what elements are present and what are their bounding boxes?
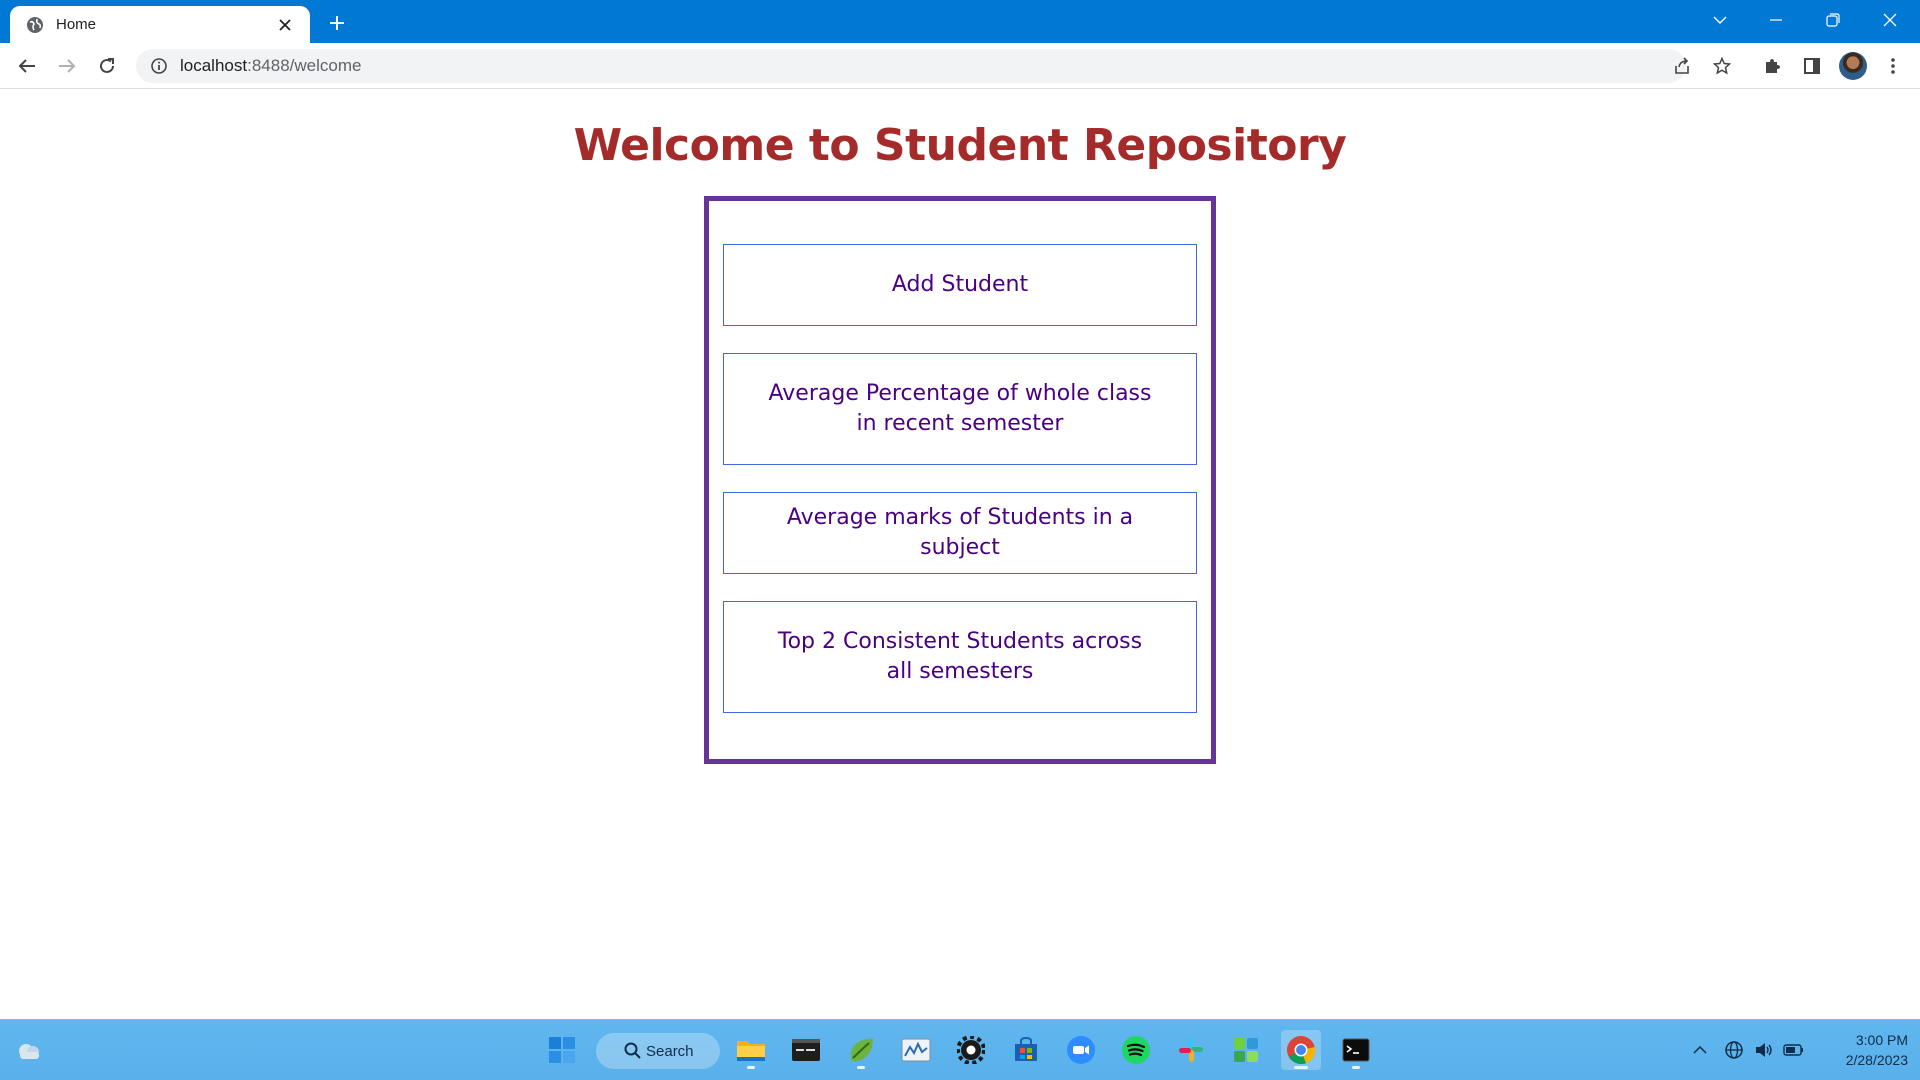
extensions-puzzle-icon[interactable]	[1755, 50, 1789, 82]
running-indicator	[747, 1066, 755, 1069]
add-student-button[interactable]: Add Student	[723, 244, 1197, 326]
running-indicator	[857, 1066, 865, 1069]
running-indicator	[1352, 1066, 1360, 1069]
zoom-icon[interactable]	[1061, 1030, 1101, 1070]
mysql-shell-icon[interactable]	[786, 1030, 826, 1070]
address-bar[interactable]: localhost:8488/welcome	[136, 49, 1686, 83]
settings-gear-icon[interactable]	[951, 1030, 991, 1070]
close-window-button[interactable]	[1862, 0, 1918, 40]
browser-titlebar: Home	[0, 0, 1920, 43]
battery-charging-icon[interactable]	[1782, 1038, 1806, 1062]
menu-panel: Add Student Average Percentage of whole …	[704, 196, 1216, 764]
windows-taskbar: Search 3:00 PM 2/28/2023	[0, 1019, 1920, 1080]
page-title: Welcome to Student Repository	[573, 120, 1347, 171]
windows-start-icon[interactable]	[542, 1030, 582, 1070]
tray-overflow-chevron-icon[interactable]	[1688, 1038, 1712, 1062]
network-globe-icon[interactable]	[1722, 1038, 1746, 1062]
slack-icon[interactable]	[1171, 1030, 1211, 1070]
top-consistent-students-button[interactable]: Top 2 Consistent Students across all sem…	[723, 601, 1197, 713]
minimize-button[interactable]	[1748, 0, 1804, 40]
clock-time: 3:00 PM	[1855, 1032, 1908, 1048]
clock-date: 2/28/2023	[1845, 1052, 1908, 1068]
tab-search-chevron-icon[interactable]	[1692, 0, 1748, 40]
browser-toolbar: localhost:8488/welcome	[0, 43, 1920, 89]
chrome-menu-icon[interactable]	[1876, 50, 1910, 82]
globe-icon	[26, 16, 44, 34]
file-explorer-icon[interactable]	[731, 1030, 771, 1070]
tab-title: Home	[56, 16, 97, 33]
search-icon	[624, 1042, 641, 1059]
bookmark-star-icon[interactable]	[1705, 49, 1739, 83]
running-indicator	[1294, 1066, 1308, 1069]
performance-monitor-icon[interactable]	[896, 1030, 936, 1070]
average-marks-button[interactable]: Average marks of Students in a subject	[723, 492, 1197, 574]
search-label: Search	[646, 1042, 694, 1060]
forward-button[interactable]	[51, 50, 83, 82]
weather-icon[interactable]	[9, 1030, 49, 1070]
url-host: localhost	[180, 56, 248, 75]
average-percentage-button[interactable]: Average Percentage of whole class in rec…	[723, 353, 1197, 465]
spotify-icon[interactable]	[1116, 1030, 1156, 1070]
widgets-app-icon[interactable]	[1226, 1030, 1266, 1070]
chrome-icon[interactable]	[1281, 1030, 1321, 1070]
profile-avatar[interactable]	[1839, 52, 1867, 80]
browser-tab-home[interactable]: Home	[10, 6, 310, 43]
taskbar-search[interactable]: Search	[596, 1033, 720, 1069]
url-path: :8488/welcome	[247, 56, 362, 75]
url-text: localhost:8488/welcome	[180, 56, 361, 76]
new-tab-button[interactable]	[322, 8, 352, 38]
tab-close-icon[interactable]	[274, 14, 296, 36]
back-button[interactable]	[11, 50, 43, 82]
restore-button[interactable]	[1805, 0, 1861, 40]
side-panel-icon[interactable]	[1795, 50, 1829, 82]
site-info-icon[interactable]	[150, 57, 168, 75]
reload-button[interactable]	[91, 50, 123, 82]
terminal-icon[interactable]	[1336, 1030, 1376, 1070]
spring-tool-icon[interactable]	[841, 1030, 881, 1070]
page-content: Welcome to Student Repository Add Studen…	[0, 90, 1920, 1019]
taskbar-clock[interactable]: 3:00 PM 2/28/2023	[1818, 1030, 1908, 1070]
volume-speaker-icon[interactable]	[1752, 1038, 1776, 1062]
microsoft-store-icon[interactable]	[1006, 1030, 1046, 1070]
share-icon[interactable]	[1665, 49, 1699, 83]
